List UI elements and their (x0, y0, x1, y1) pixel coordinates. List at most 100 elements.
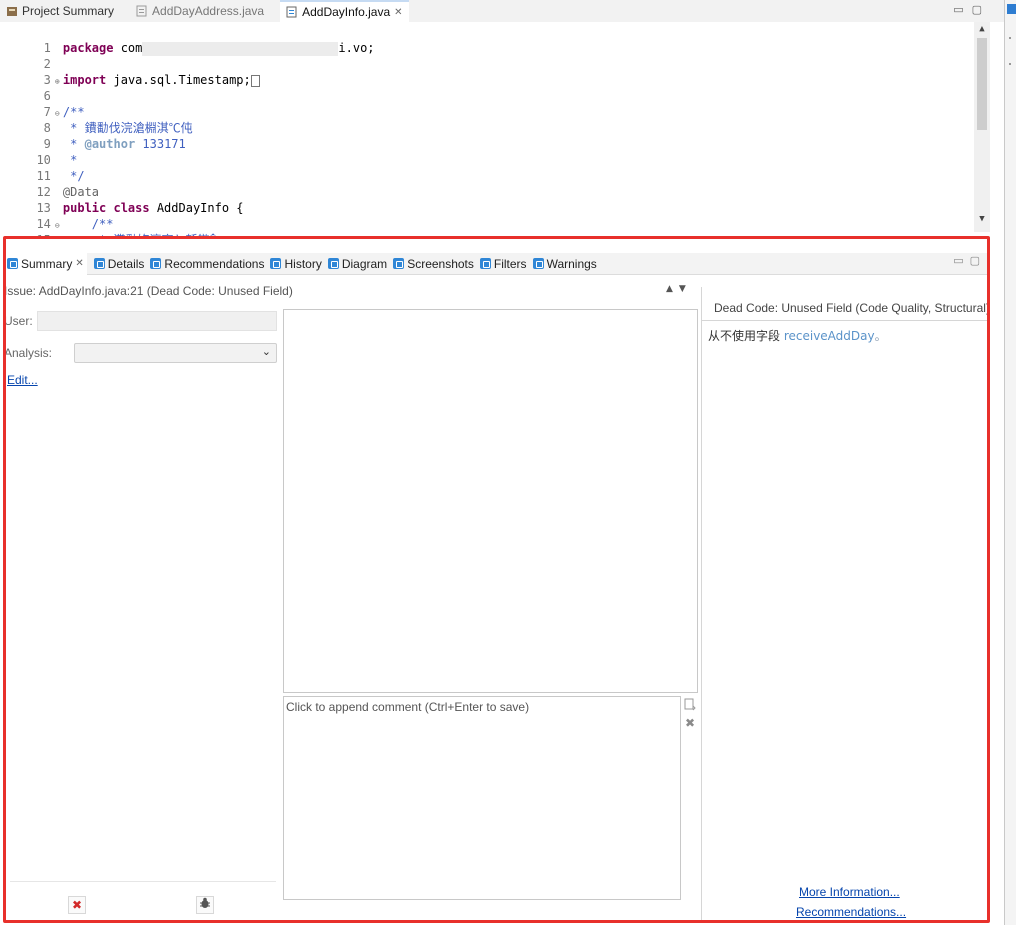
user-label: User: (4, 314, 33, 328)
field-name: receiveAddDay (783, 329, 875, 343)
tab-label: AddDayAddress.java (152, 4, 265, 18)
code-line-2: 2 (0, 40, 55, 71)
issue-description-panel: Dead Code: Unused Field (Code Quality, S… (701, 287, 990, 923)
code-line-11: 11 */ (0, 152, 84, 183)
folded-marker[interactable] (250, 74, 260, 87)
code-text: AddDayInfo { (149, 201, 244, 215)
recommendations-view-icon (150, 258, 162, 269)
issue-detail-area[interactable] (283, 309, 698, 693)
tab-details[interactable]: Details (91, 253, 148, 275)
close-icon[interactable]: ✕ (394, 7, 402, 18)
user-field[interactable] (37, 311, 277, 331)
code-line-6: 6 (0, 72, 55, 103)
tab-label: Warnings (546, 256, 597, 271)
code-text: i.vo; (338, 41, 375, 55)
warnings-view-icon (532, 258, 544, 269)
separator-dot (1009, 63, 1011, 65)
code-text: java.sql.Timestamp; (106, 73, 251, 87)
java-file-icon (286, 6, 298, 18)
issue-message: 从不使用字段 receiveAddDay。 (708, 327, 887, 344)
tab-label: AddDayInfo.java (302, 5, 391, 19)
message-punctuation: 。 (874, 329, 887, 343)
java-file-icon (136, 5, 148, 17)
view-icon (1007, 4, 1016, 14)
minimize-icon[interactable]: ▭ (953, 3, 971, 16)
tab-recommendations[interactable]: Recommendations (147, 253, 267, 275)
issue-category-heading: Dead Code: Unused Field (Code Quality, S… (702, 295, 990, 321)
tab-label: History (284, 256, 322, 271)
tab-label: Filters (493, 256, 527, 271)
tab-label: Summary (21, 256, 73, 271)
tab-filters[interactable]: Filters (477, 253, 530, 275)
filters-view-icon (479, 258, 491, 269)
add-comment-icon[interactable] (684, 698, 696, 712)
close-icon[interactable]: ✕ (75, 258, 83, 269)
chevron-down-icon: ⌄ (261, 345, 271, 358)
redacted-region (142, 41, 339, 56)
view-window-controls[interactable]: ▭▢ (953, 254, 986, 267)
tab-diagram[interactable]: Diagram (325, 253, 390, 275)
history-view-icon (270, 258, 282, 269)
code-text: com (113, 41, 143, 55)
editor-window-controls[interactable]: ▭▢ (953, 3, 990, 16)
scrollbar-thumb[interactable] (977, 38, 987, 130)
keyword: package (62, 41, 114, 55)
comment-text: 133171 (135, 137, 186, 151)
comment-input[interactable]: Click to append comment (Ctrl+Enter to s… (283, 696, 681, 900)
separator-dot (1009, 37, 1011, 39)
tab-warnings[interactable]: Warnings (530, 253, 600, 275)
next-issue-icon[interactable]: ▼ (679, 284, 692, 294)
previous-issue-icon[interactable]: ▲ (666, 284, 679, 294)
submit-bug-button[interactable] (196, 896, 214, 914)
code-line-9: 9 * @author 133171 (0, 120, 186, 151)
tab-label: Diagram (341, 256, 388, 271)
javadoc-tag: @author (84, 137, 136, 151)
tab-label: Recommendations (164, 256, 265, 271)
scroll-up-icon[interactable]: ▲ (974, 24, 990, 34)
delete-comment-icon[interactable]: ✖ (684, 716, 696, 730)
code-editor[interactable]: 1 package com i.vo; 2 3 ⊕ import java.sql.T… (0, 22, 1004, 247)
maximize-icon[interactable]: ▢ (972, 3, 990, 16)
tab-label: Project Summary (22, 4, 115, 18)
summary-view-icon (7, 258, 18, 269)
tab-history[interactable]: History (267, 253, 324, 275)
tab-summary[interactable]: Summary ✕ (4, 252, 87, 275)
maximize-icon[interactable]: ▢ (970, 254, 986, 267)
tab-screenshots[interactable]: Screenshots (390, 253, 477, 275)
project-summary-icon (6, 5, 18, 17)
minimize-icon[interactable]: ▭ (953, 254, 969, 267)
code-line-14: 14 ⊖ /** (0, 200, 113, 231)
edit-link[interactable]: Edit... (7, 373, 38, 387)
editor-vertical-scrollbar[interactable]: ▲ ▼ (974, 22, 990, 232)
recommendations-link[interactable]: Recommendations... (796, 905, 906, 919)
message-text: 从不使用字段 (708, 329, 784, 343)
comment-placeholder: Click to append comment (Ctrl+Enter to s… (286, 700, 530, 714)
issue-navigation[interactable]: ▲▼ (666, 284, 692, 294)
code-line-1: 1 package com i.vo; (0, 24, 375, 56)
tab-project-summary[interactable]: Project Summary (0, 0, 120, 22)
left-action-bar: ✖ (10, 881, 276, 921)
analysis-dropdown[interactable]: ⌄ (74, 343, 277, 363)
code-line-10: 10 * (0, 136, 77, 167)
details-view-icon (93, 258, 105, 269)
diagram-view-icon (327, 258, 339, 269)
remove-issue-button[interactable]: ✖ (68, 896, 86, 914)
code-line-8: 8 * 鐨勫伐浣滄棩淇℃伅 (0, 104, 193, 135)
issue-view-panel: Summary ✕ Details Recommendations Histor… (4, 237, 990, 925)
issue-title: Issue: AddDayInfo.java:21 (Dead Code: Un… (4, 284, 293, 298)
tab-adddayinfo-java[interactable]: AddDayInfo.java ✕ (280, 0, 409, 22)
bug-icon (200, 897, 210, 908)
view-tab-bar: Summary ✕ Details Recommendations Histor… (4, 252, 990, 275)
screenshots-view-icon (393, 258, 405, 269)
analysis-label: Analysis: (4, 346, 53, 360)
scroll-down-icon[interactable]: ▼ (974, 214, 990, 224)
code-line-3: 3 ⊕ import java.sql.Timestamp; (0, 56, 260, 87)
more-information-link[interactable]: More Information... (799, 885, 900, 899)
code-line-12: 12 @Data (0, 168, 99, 199)
code-line-7: 7 ⊖/** (0, 88, 85, 119)
tab-label: Screenshots (407, 256, 474, 271)
editor-tab-bar: Project Summary AddDayAddress.java AddDa… (0, 0, 1004, 22)
code-line-15: 15 * 瀵勫姩澶宸ヤ綔鏃� (0, 216, 216, 247)
adjacent-view-sliver (1004, 0, 1016, 925)
tab-adddayaddress-java[interactable]: AddDayAddress.java (130, 0, 270, 22)
